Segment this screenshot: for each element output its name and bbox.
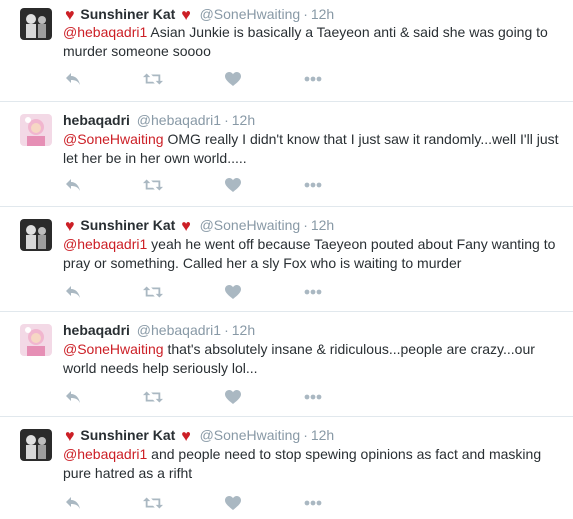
separator-dot: ·: [303, 217, 308, 233]
heart-emoji-icon: ♥: [65, 7, 75, 24]
separator-dot: ·: [224, 112, 229, 128]
retweet-button[interactable]: [143, 493, 163, 513]
reply-button[interactable]: [63, 282, 83, 302]
tweet-text: @SoneHwaiting OMG really I didn't know t…: [63, 130, 568, 168]
reply-icon: [66, 497, 80, 509]
tweet-author-handle[interactable]: @SoneHwaiting: [200, 217, 301, 233]
tweet-text: @hebaqadri1 and people need to stop spew…: [63, 445, 568, 483]
like-button[interactable]: [223, 282, 243, 302]
tweet-item: ♥ Sunshiner Kat ♥ @SoneHwaiting · 12h @heb…: [0, 417, 573, 519]
tweet-item: ♥ Sunshiner Kat ♥ @SoneHwaiting · 12h @heb…: [0, 207, 573, 312]
more-icon: [304, 394, 322, 400]
tweet-text: @SoneHwaiting that's absolutely insane &…: [63, 340, 568, 378]
tweet-text: @hebaqadri1 yeah he went off because Tae…: [63, 235, 568, 273]
tweet-timeline: ♥ Sunshiner Kat ♥ @SoneHwaiting · 12h @heb…: [0, 0, 573, 519]
tweet-author-handle[interactable]: @SoneHwaiting: [200, 6, 301, 22]
tweet-author-name[interactable]: Sunshiner Kat: [80, 6, 175, 22]
heart-emoji-icon: ♥: [65, 218, 75, 235]
avatar-image: [20, 219, 52, 251]
separator-dot: ·: [224, 322, 229, 338]
more-button[interactable]: [303, 69, 323, 89]
avatar[interactable]: [20, 8, 52, 40]
avatar[interactable]: [20, 114, 52, 146]
more-icon: [304, 76, 322, 82]
separator-dot: ·: [303, 6, 308, 22]
reply-icon: [66, 286, 80, 298]
tweet-item: ♥ Sunshiner Kat ♥ @SoneHwaiting · 12h @heb…: [0, 0, 573, 102]
avatar[interactable]: [20, 219, 52, 251]
mention-link[interactable]: @hebaqadri1: [63, 446, 147, 462]
tweet-timestamp[interactable]: 12h: [311, 6, 334, 22]
tweet-timestamp[interactable]: 12h: [232, 112, 255, 128]
more-button[interactable]: [303, 282, 323, 302]
reply-icon: [66, 179, 80, 191]
more-icon: [304, 500, 322, 506]
retweet-icon: [143, 497, 163, 509]
tweet-header: ♥ Sunshiner Kat ♥ @SoneHwaiting · 12h: [63, 5, 334, 25]
tweet-author-handle[interactable]: @hebaqadri1: [137, 322, 221, 338]
more-button[interactable]: [303, 175, 323, 195]
reply-icon: [66, 391, 80, 403]
like-button[interactable]: [223, 69, 243, 89]
tweet-header: hebaqadri @hebaqadri1 · 12h: [63, 321, 255, 339]
tweet-timestamp[interactable]: 12h: [232, 322, 255, 338]
retweet-button[interactable]: [143, 387, 163, 407]
like-icon: [225, 72, 241, 86]
tweet-author-name[interactable]: Sunshiner Kat: [80, 217, 175, 233]
mention-link[interactable]: @hebaqadri1: [63, 24, 147, 40]
mention-link[interactable]: @hebaqadri1: [63, 236, 147, 252]
mention-link[interactable]: @SoneHwaiting: [63, 341, 164, 357]
tweet-author-name[interactable]: hebaqadri: [63, 112, 130, 128]
avatar[interactable]: [20, 324, 52, 356]
heart-emoji-icon: ♥: [181, 428, 191, 445]
retweet-button[interactable]: [143, 69, 163, 89]
retweet-button[interactable]: [143, 282, 163, 302]
retweet-icon: [143, 391, 163, 403]
like-button[interactable]: [223, 175, 243, 195]
like-icon: [225, 285, 241, 299]
heart-emoji-icon: ♥: [181, 7, 191, 24]
avatar-image: [20, 8, 52, 40]
tweet-author-handle[interactable]: @SoneHwaiting: [200, 427, 301, 443]
retweet-icon: [143, 286, 163, 298]
tweet-timestamp[interactable]: 12h: [311, 217, 334, 233]
retweet-button[interactable]: [143, 175, 163, 195]
tweet-author-name[interactable]: Sunshiner Kat: [80, 427, 175, 443]
heart-emoji-icon: ♥: [181, 218, 191, 235]
reply-button[interactable]: [63, 175, 83, 195]
more-button[interactable]: [303, 493, 323, 513]
tweet-text: @hebaqadri1 Asian Junkie is basically a …: [63, 23, 568, 61]
retweet-icon: [143, 179, 163, 191]
like-button[interactable]: [223, 493, 243, 513]
tweet-header: ♥ Sunshiner Kat ♥ @SoneHwaiting · 12h: [63, 426, 334, 446]
avatar-image: [20, 324, 52, 356]
reply-button[interactable]: [63, 69, 83, 89]
tweet-item: hebaqadri @hebaqadri1 · 12h @SoneHwaiting …: [0, 312, 573, 417]
separator-dot: ·: [303, 427, 308, 443]
more-button[interactable]: [303, 387, 323, 407]
like-button[interactable]: [223, 387, 243, 407]
more-icon: [304, 182, 322, 188]
tweet-header: hebaqadri @hebaqadri1 · 12h: [63, 111, 255, 129]
tweet-header: ♥ Sunshiner Kat ♥ @SoneHwaiting · 12h: [63, 216, 334, 236]
like-icon: [225, 390, 241, 404]
retweet-icon: [143, 73, 163, 85]
avatar[interactable]: [20, 429, 52, 461]
mention-link[interactable]: @SoneHwaiting: [63, 131, 164, 147]
tweet-author-name[interactable]: hebaqadri: [63, 322, 130, 338]
reply-button[interactable]: [63, 493, 83, 513]
tweet-author-handle[interactable]: @hebaqadri1: [137, 112, 221, 128]
tweet-timestamp[interactable]: 12h: [311, 427, 334, 443]
more-icon: [304, 289, 322, 295]
like-icon: [225, 496, 241, 510]
heart-emoji-icon: ♥: [65, 428, 75, 445]
reply-button[interactable]: [63, 387, 83, 407]
avatar-image: [20, 114, 52, 146]
avatar-image: [20, 429, 52, 461]
tweet-item: hebaqadri @hebaqadri1 · 12h @SoneHwaiting …: [0, 102, 573, 207]
reply-icon: [66, 73, 80, 85]
like-icon: [225, 178, 241, 192]
